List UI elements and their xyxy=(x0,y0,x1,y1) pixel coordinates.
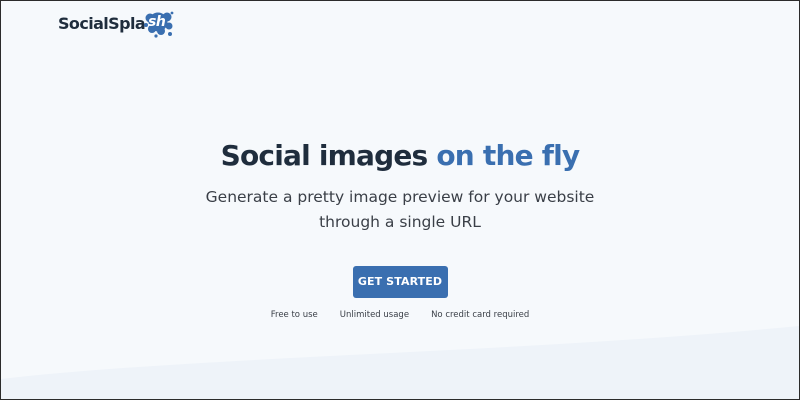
feature-item-unlimited: Unlimited usage xyxy=(339,310,410,320)
logo[interactable]: SocialSpla sh xyxy=(58,9,174,39)
hero-subtitle: Generate a pretty image preview for your… xyxy=(205,188,595,231)
get-started-button[interactable]: GET STARTED xyxy=(352,266,448,298)
headline-accent: on the fly xyxy=(436,139,580,172)
landing-page: SocialSpla sh Social images on the fly G… xyxy=(0,0,800,400)
logo-splash-badge: sh xyxy=(143,9,174,39)
feature-item-no-credit-card: No credit card required xyxy=(431,310,530,320)
feature-list: Free to use Unlimited usage No credit ca… xyxy=(1,310,799,320)
hero-headline: Social images on the fly xyxy=(1,139,799,173)
hero-section: Social images on the fly Generate a pret… xyxy=(1,139,799,320)
feature-item-free: Free to use xyxy=(270,310,318,320)
logo-splash-text: sh xyxy=(148,14,166,30)
headline-main: Social images xyxy=(220,139,429,172)
logo-wordmark: SocialSpla xyxy=(58,14,146,33)
